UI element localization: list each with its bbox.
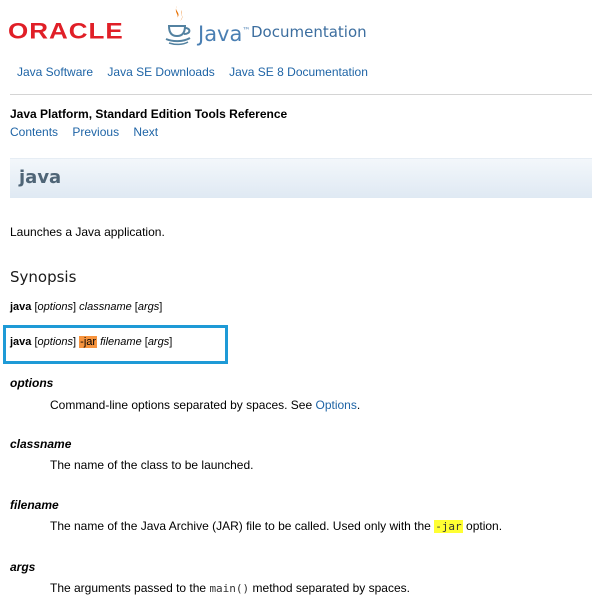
java-wordmark: Java™: [198, 18, 250, 47]
jar-synopsis-highlight-box: [3, 325, 228, 364]
page-title-banner: java: [10, 158, 592, 198]
top-nav: Java Software Java SE Downloads Java SE …: [17, 64, 379, 80]
def-filename: The name of the Java Archive (JAR) file …: [50, 518, 502, 535]
nav-java-software-link[interactable]: Java Software: [17, 65, 93, 79]
synopsis-cmd: java: [10, 301, 32, 313]
def-classname: The name of the class to be launched.: [50, 458, 254, 472]
synopsis-line-classname: java [options] classname [args]: [10, 301, 163, 313]
nav-java-se8-docs-link[interactable]: Java SE 8 Documentation: [229, 65, 368, 79]
book-nav: Contents Previous Next: [10, 124, 169, 140]
def-text: method separated by spaces.: [249, 581, 410, 595]
java-wordmark-text: Java: [198, 22, 243, 46]
term-classname: classname: [10, 437, 72, 451]
def-text: .: [356, 398, 361, 412]
contents-link[interactable]: Contents: [10, 125, 58, 139]
site-header: ORACLE Java™ Documentation: [0, 0, 592, 60]
options-link[interactable]: Options: [315, 398, 356, 412]
synopsis-classname: classname: [79, 301, 132, 313]
term-options: options: [10, 376, 54, 390]
jar-code-highlight: -jar: [434, 520, 463, 533]
oracle-logo[interactable]: ORACLE: [8, 18, 124, 44]
def-text: option.: [462, 519, 503, 533]
term-args: args: [10, 560, 36, 574]
book-title: Java Platform, Standard Edition Tools Re…: [10, 107, 288, 121]
trademark-symbol: ™: [242, 26, 251, 35]
synopsis-heading: Synopsis: [10, 268, 77, 286]
synopsis-options: options: [37, 301, 74, 313]
def-options: Command-line options separated by spaces…: [50, 397, 360, 413]
documentation-label: Documentation: [251, 23, 367, 41]
intro-text: Launches a Java application.: [10, 225, 165, 239]
def-text: The arguments passed to the: [50, 581, 210, 595]
page-title: java: [19, 167, 62, 188]
main-method-code: main(): [209, 582, 250, 595]
previous-link[interactable]: Previous: [72, 125, 119, 139]
def-text: The name of the Java Archive (JAR) file …: [50, 519, 435, 533]
def-args: The arguments passed to the main() metho…: [50, 580, 410, 597]
next-link[interactable]: Next: [133, 125, 158, 139]
nav-java-se-downloads-link[interactable]: Java SE Downloads: [107, 65, 214, 79]
header-divider: [10, 94, 592, 95]
term-filename: filename: [10, 498, 59, 512]
java-cup-icon: [165, 6, 191, 46]
def-text: Command-line options separated by spaces…: [50, 398, 316, 412]
synopsis-args: args: [137, 301, 160, 313]
